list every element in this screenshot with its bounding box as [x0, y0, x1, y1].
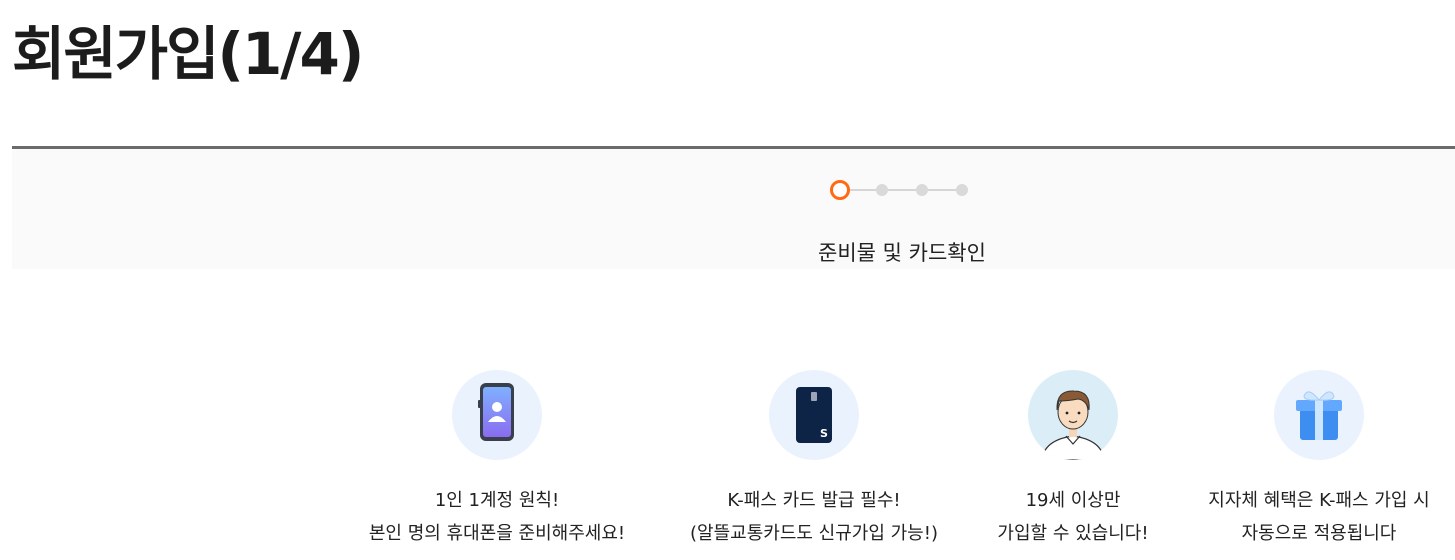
- smartphone-user-icon: [452, 370, 542, 460]
- kpass-card-icon: S: [769, 370, 859, 460]
- info-item-gift-line1: 지자체 혜택은 K-패스 가입 시: [1208, 490, 1430, 511]
- info-item-gift: 지자체 혜택은 K-패스 가입 시 자동으로 적용됩니다: [1159, 370, 1455, 550]
- step-indicator-panel: 준비물 및 카드확인: [12, 146, 1455, 269]
- info-item-phone: 1인 1계정 원칙! 본인 명의 휴대폰을 준비해주세요!: [337, 370, 657, 550]
- page-title: 회원가입(1/4): [12, 20, 364, 88]
- step-connector-line: [840, 189, 960, 191]
- step-dot-3: [916, 184, 928, 196]
- step-dot-1-active: [830, 180, 850, 200]
- info-item-phone-line2: 본인 명의 휴대폰을 준비해주세요!: [368, 523, 626, 544]
- current-step-label: 준비물 및 카드확인: [818, 241, 986, 265]
- step-dot-2: [876, 184, 888, 196]
- gift-box-icon: [1274, 370, 1364, 460]
- step-progress: [830, 180, 970, 200]
- svg-text:S: S: [820, 427, 828, 440]
- step-dot-4: [956, 184, 968, 196]
- info-item-gift-line2: 자동으로 적용됩니다: [1241, 523, 1397, 544]
- adult-person-icon: [1028, 370, 1118, 460]
- info-item-phone-line1: 1인 1계정 원칙!: [434, 490, 560, 511]
